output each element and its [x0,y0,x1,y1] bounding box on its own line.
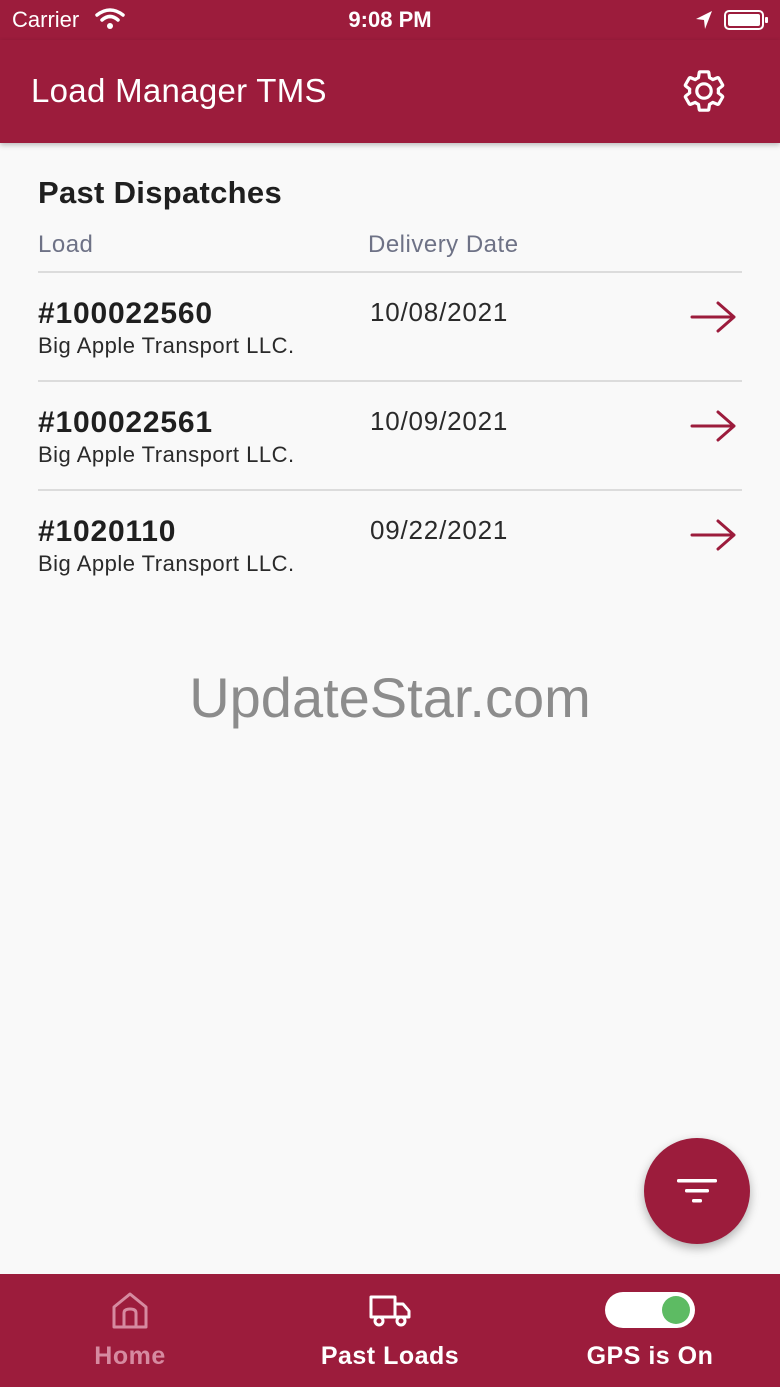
column-header-delivery-date: Delivery Date [368,231,519,258]
delivery-date: 10/09/2021 [370,406,509,436]
nav-home[interactable]: Home [0,1274,260,1387]
company-name: Big Apple Transport LLC. [38,333,295,358]
dispatch-row[interactable]: #100022561 Big Apple Transport LLC. 10/0… [38,382,742,491]
nav-gps-label: GPS is On [586,1342,714,1370]
load-id: #100022561 [38,406,213,439]
bottom-nav: Home Past Loads GPS is On [0,1274,780,1387]
status-bar: Carrier 9:08 PM [0,0,780,40]
status-time: 9:08 PM [348,7,432,32]
dispatch-row[interactable]: #100022560 Big Apple Transport LLC. 10/0… [38,273,742,382]
truck-icon [260,1288,520,1332]
section-title: Past Dispatches [38,175,282,210]
delivery-date: 10/08/2021 [370,297,509,327]
home-icon [0,1288,260,1332]
company-name: Big Apple Transport LLC. [38,551,295,576]
filter-button[interactable] [644,1138,750,1244]
delivery-date: 09/22/2021 [370,515,509,545]
gear-icon[interactable] [680,67,728,115]
nav-home-label: Home [94,1342,166,1370]
arrow-right-icon[interactable] [690,517,738,553]
load-id: #1020110 [38,515,177,548]
arrow-right-icon[interactable] [690,408,738,444]
dispatch-row[interactable]: #1020110 Big Apple Transport LLC. 09/22/… [38,491,742,600]
arrow-right-icon[interactable] [690,299,738,335]
company-name: Big Apple Transport LLC. [38,442,295,467]
filter-icon [677,1179,717,1203]
column-header-load: Load [38,231,94,258]
watermark: UpdateStar.com [189,666,591,729]
gps-toggle[interactable] [520,1288,780,1332]
gps-switch-knob [662,1296,690,1324]
nav-past-loads-label: Past Loads [320,1342,460,1370]
app-bar: Load Manager TMS [0,40,780,143]
app-title: Load Manager TMS [31,72,327,109]
nav-gps[interactable]: GPS is On [520,1274,780,1387]
battery-icon [724,9,770,36]
location-icon [694,9,714,36]
nav-past-loads[interactable]: Past Loads [260,1274,520,1387]
gps-switch[interactable] [605,1292,695,1328]
load-id: #100022560 [38,297,213,330]
